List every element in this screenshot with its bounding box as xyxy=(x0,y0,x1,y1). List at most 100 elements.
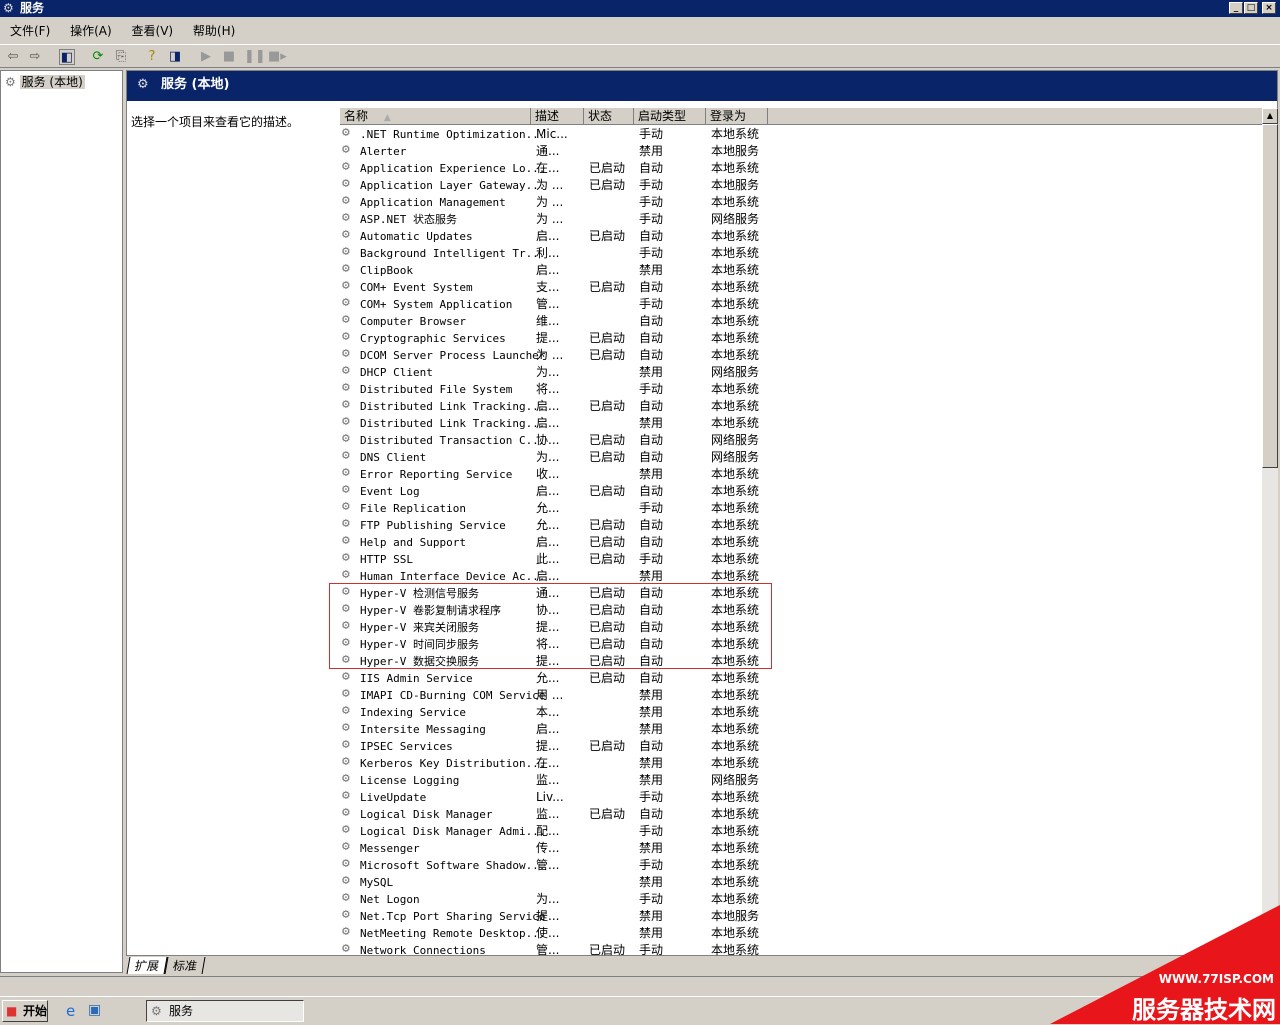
service-row[interactable]: ⚙ .NET Runtime Optimization... Mic... 手动 本地系… xyxy=(340,126,770,143)
column-description[interactable]: 描述 xyxy=(531,108,584,125)
service-row[interactable]: ⚙ DHCP Client 为... 禁用 网络服务 xyxy=(340,364,770,381)
service-name: IMAPI CD-Burning COM Service xyxy=(360,689,546,702)
service-name: Net Logon xyxy=(360,893,420,906)
service-row[interactable]: ⚙ Help and Support 启... 已启动 自动 本地系统 xyxy=(340,534,770,551)
service-startup-type: 手动 xyxy=(639,382,664,396)
service-row[interactable]: ⚙ Kerberos Key Distribution... 在... 禁用 本地系统 xyxy=(340,755,770,772)
minimize-button[interactable]: _ xyxy=(1229,2,1243,14)
service-startup-type: 自动 xyxy=(639,535,664,549)
service-row[interactable]: ⚙ COM+ System Application 管... 手动 本地系统 xyxy=(340,296,770,313)
service-row[interactable]: ⚙ COM+ Event System 支... 已启动 自动 本地系统 xyxy=(340,279,770,296)
service-row[interactable]: ⚙ Distributed Link Tracking... 启... 已启动 自动 本地… xyxy=(340,398,770,415)
service-row[interactable]: ⚙ File Replication 允... 手动 本地系统 xyxy=(340,500,770,517)
service-row[interactable]: ⚙ Microsoft Software Shadow... 管... 手动 本地系统 xyxy=(340,857,770,874)
maximize-button[interactable]: □ xyxy=(1244,2,1258,14)
internet-explorer-icon[interactable]: e xyxy=(66,1002,75,1020)
service-row[interactable]: ⚙ Indexing Service 本... 禁用 本地系统 xyxy=(340,704,770,721)
service-row[interactable]: ⚙ Background Intelligent Tr... 利... 手动 本地系统 xyxy=(340,245,770,262)
service-startup-type: 禁用 xyxy=(639,875,664,889)
watermark-name: 服务器技术网 xyxy=(1132,996,1276,1024)
service-row[interactable]: ⚙ Error Reporting Service 收... 禁用 本地系统 xyxy=(340,466,770,483)
service-row[interactable]: ⚙ MySQL 禁用 本地系统 xyxy=(340,874,770,891)
service-gear-icon: ⚙ xyxy=(342,465,350,480)
column-log-on-as[interactable]: 登录为 xyxy=(706,108,768,125)
service-row[interactable]: ⚙ Cryptographic Services 提... 已启动 自动 本地系统 xyxy=(340,330,770,347)
service-gear-icon: ⚙ xyxy=(342,788,350,803)
restart-service-icon[interactable]: ■▸ xyxy=(268,49,287,65)
service-row[interactable]: ⚙ NetMeeting Remote Desktop... 使... 禁用 本地系统 xyxy=(340,925,770,942)
service-log-on-as: 本地系统 xyxy=(711,501,760,515)
service-row[interactable]: ⚙ Distributed File System 将... 手动 本地系统 xyxy=(340,381,770,398)
service-row[interactable]: ⚙ Automatic Updates 启... 已启动 自动 本地系统 xyxy=(340,228,770,245)
service-startup-type: 自动 xyxy=(639,671,664,685)
service-log-on-as: 本地系统 xyxy=(711,297,760,311)
service-row[interactable]: ⚙ ASP.NET 状态服务 为 ... 手动 网络服务 xyxy=(340,211,770,228)
tab-extended[interactable]: 扩展 xyxy=(126,957,168,974)
service-row[interactable]: ⚙ Application Experience Lo... 在... 已启动 自动 本地… xyxy=(340,160,770,177)
service-row[interactable]: ⚙ Distributed Link Tracking... 启... 禁用 本地系统 xyxy=(340,415,770,432)
menu-action[interactable]: 操作(A) xyxy=(70,24,112,38)
scroll-thumb[interactable] xyxy=(1262,124,1278,468)
service-log-on-as: 本地系统 xyxy=(711,467,760,481)
service-row[interactable]: ⚙ Network Connections 管... 已启动 手动 本地系统 xyxy=(340,942,770,959)
help-icon[interactable]: ? xyxy=(144,49,160,65)
menu-file[interactable]: 文件(F) xyxy=(10,24,50,38)
show-hide-action-pane-icon[interactable]: ◨ xyxy=(167,49,183,65)
service-row[interactable]: ⚙ Logical Disk Manager Admi... 配... 手动 本地系统 xyxy=(340,823,770,840)
service-row[interactable]: ⚙ DCOM Server Process Launcher 为 ... 已启动 自动 本… xyxy=(340,347,770,364)
windows-logo-icon: ■ xyxy=(6,1004,18,1018)
service-row[interactable]: ⚙ ClipBook 启... 禁用 本地系统 xyxy=(340,262,770,279)
column-name[interactable]: 名称 ▲ xyxy=(340,108,531,125)
service-log-on-as: 本地系统 xyxy=(711,314,760,328)
service-gear-icon: ⚙ xyxy=(342,533,350,548)
service-row[interactable]: ⚙ IIS Admin Service 允... 已启动 自动 本地系统 xyxy=(340,670,770,687)
service-row[interactable]: ⚙ Net Logon 为... 手动 本地系统 xyxy=(340,891,770,908)
service-log-on-as: 本地系统 xyxy=(711,722,760,736)
service-row[interactable]: ⚙ DNS Client 为... 已启动 自动 网络服务 xyxy=(340,449,770,466)
service-row[interactable]: ⚙ Event Log 启... 已启动 自动 本地系统 xyxy=(340,483,770,500)
service-row[interactable]: ⚙ Application Layer Gateway... 为 ... 已启动 手动 本… xyxy=(340,177,770,194)
start-service-icon[interactable]: ▶ xyxy=(198,49,214,65)
service-row[interactable]: ⚙ Alerter 通... 禁用 本地服务 xyxy=(340,143,770,160)
refresh-icon[interactable]: ⟳ xyxy=(90,49,106,65)
service-row[interactable]: ⚙ IMAPI CD-Burning COM Service 用 ... 禁用 本地系统 xyxy=(340,687,770,704)
service-gear-icon: ⚙ xyxy=(342,754,350,769)
service-row[interactable]: ⚙ Logical Disk Manager 监... 已启动 自动 本地系统 xyxy=(340,806,770,823)
tab-standard[interactable]: 标准 xyxy=(164,957,206,974)
menu-view[interactable]: 查看(V) xyxy=(132,24,174,38)
show-desktop-icon[interactable]: ▣ xyxy=(88,1002,101,1018)
service-row[interactable]: ⚙ Distributed Transaction C... 协... 已启动 自动 网络… xyxy=(340,432,770,449)
column-startup-type[interactable]: 启动类型 xyxy=(634,108,706,125)
close-button[interactable]: × xyxy=(1262,2,1276,14)
back-icon[interactable]: ⇦ xyxy=(5,49,21,65)
service-row[interactable]: ⚙ HTTP SSL 此... 已启动 手动 本地系统 xyxy=(340,551,770,568)
service-row[interactable]: ⚙ Messenger 传... 禁用 本地系统 xyxy=(340,840,770,857)
service-startup-type: 禁用 xyxy=(639,467,664,481)
service-status: 已启动 xyxy=(589,671,626,685)
service-row[interactable]: ⚙ Net.Tcp Port Sharing Service 提... 禁用 本地服务 xyxy=(340,908,770,925)
service-row[interactable]: ⚙ FTP Publishing Service 允... 已启动 自动 本地系统 xyxy=(340,517,770,534)
service-row[interactable]: ⚙ LiveUpdate Liv... 手动 本地系统 xyxy=(340,789,770,806)
stop-service-icon[interactable]: ■ xyxy=(221,49,237,65)
scroll-up-button[interactable]: ▲ xyxy=(1262,108,1278,124)
service-row[interactable]: ⚙ Application Management 为 ... 手动 本地系统 xyxy=(340,194,770,211)
service-status: 已启动 xyxy=(589,535,626,549)
forward-icon[interactable]: ⇨ xyxy=(27,49,43,65)
menu-help[interactable]: 帮助(H) xyxy=(193,24,235,38)
service-row[interactable]: ⚙ Intersite Messaging 启... 禁用 本地系统 xyxy=(340,721,770,738)
service-description: 启... xyxy=(536,535,560,549)
column-status[interactable]: 状态 xyxy=(584,108,634,125)
tree-item-services-local[interactable]: ⚙ 服务 (本地) xyxy=(5,73,85,90)
start-button[interactable]: ■ 开始 xyxy=(2,1000,48,1022)
service-row[interactable]: ⚙ License Logging 监... 禁用 网络服务 xyxy=(340,772,770,789)
export-list-icon[interactable]: ⎘ xyxy=(113,49,129,65)
show-hide-tree-icon[interactable]: ◧ xyxy=(59,49,75,65)
pause-service-icon[interactable]: ❚❚ xyxy=(244,49,266,65)
service-log-on-as: 本地系统 xyxy=(711,790,760,804)
taskbar-item-services[interactable]: ⚙ 服务 xyxy=(146,1000,304,1022)
service-gear-icon: ⚙ xyxy=(342,346,350,361)
service-row[interactable]: ⚙ IPSEC Services 提... 已启动 自动 本地系统 xyxy=(340,738,770,755)
service-gear-icon: ⚙ xyxy=(342,193,350,208)
service-row[interactable]: ⚙ Computer Browser 维... 自动 本地系统 xyxy=(340,313,770,330)
vertical-scrollbar[interactable]: ▲ ▼ xyxy=(1262,108,1278,956)
